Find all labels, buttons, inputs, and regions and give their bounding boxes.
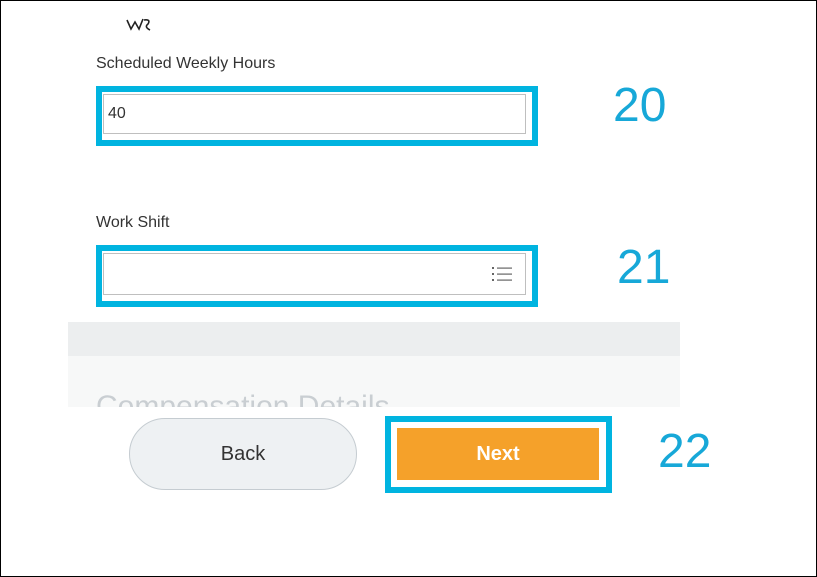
callout-number-shift: 21 bbox=[617, 241, 671, 294]
cursor-scribble-icon bbox=[126, 18, 151, 31]
callout-box-hours bbox=[96, 86, 538, 146]
work-shift-label: Work Shift bbox=[96, 214, 170, 231]
scheduled-weekly-hours-label: Scheduled Weekly Hours bbox=[96, 55, 276, 72]
callout-box-shift bbox=[96, 245, 538, 307]
callout-number-next: 22 bbox=[658, 425, 712, 478]
back-button[interactable]: Back bbox=[129, 418, 357, 490]
next-section-title: Compensation Details bbox=[96, 392, 516, 407]
callout-number-hours: 20 bbox=[613, 79, 667, 132]
next-button[interactable]: Next bbox=[397, 428, 599, 480]
